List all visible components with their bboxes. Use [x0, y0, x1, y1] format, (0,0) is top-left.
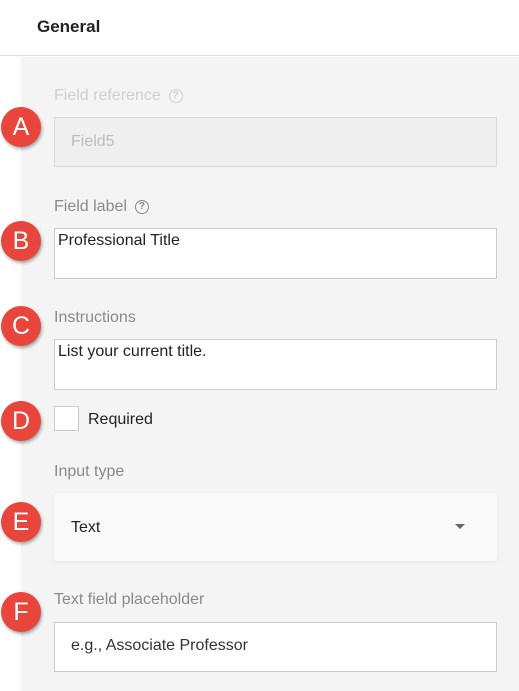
chevron-down-icon — [455, 524, 465, 529]
field-reference-input: Field5 — [54, 117, 497, 167]
instructions-label: Instructions — [54, 309, 136, 327]
input-type-select[interactable]: Text — [54, 493, 497, 561]
field-label-label: Field label ? — [54, 198, 149, 216]
required-label[interactable]: Required — [88, 411, 153, 429]
input-type-value: Text — [71, 519, 101, 536]
instructions-label-text: Instructions — [54, 309, 136, 326]
instructions-value: List your current title. — [58, 343, 207, 360]
marker-d: D — [1, 401, 41, 441]
placeholder-input[interactable]: e.g., Associate Professor — [54, 622, 497, 672]
marker-b: B — [1, 221, 41, 261]
input-type-label: Input type — [54, 463, 124, 481]
marker-e: E — [1, 502, 41, 542]
field-label-value: Professional Title — [58, 232, 180, 249]
placeholder-label-text: Text field placeholder — [54, 591, 205, 608]
marker-c: C — [1, 306, 41, 346]
marker-a: A — [1, 107, 41, 147]
field-reference-value: Field5 — [71, 133, 115, 150]
required-checkbox[interactable] — [54, 406, 79, 431]
help-icon[interactable]: ? — [134, 200, 149, 214]
placeholder-label: Text field placeholder — [54, 591, 204, 609]
marker-f: F — [1, 592, 41, 632]
field-reference-label-text: Field reference — [54, 87, 161, 104]
field-label-label-text: Field label — [54, 198, 127, 215]
input-type-label-text: Input type — [54, 463, 125, 480]
instructions-input[interactable]: List your current title. — [54, 339, 497, 390]
field-reference-label: Field reference ? — [54, 87, 183, 105]
section-header: General — [0, 0, 519, 56]
placeholder-value: e.g., Associate Professor — [71, 637, 248, 654]
field-label-input[interactable]: Professional Title — [54, 228, 497, 279]
section-title: General — [37, 17, 101, 36]
help-icon[interactable]: ? — [168, 89, 183, 103]
